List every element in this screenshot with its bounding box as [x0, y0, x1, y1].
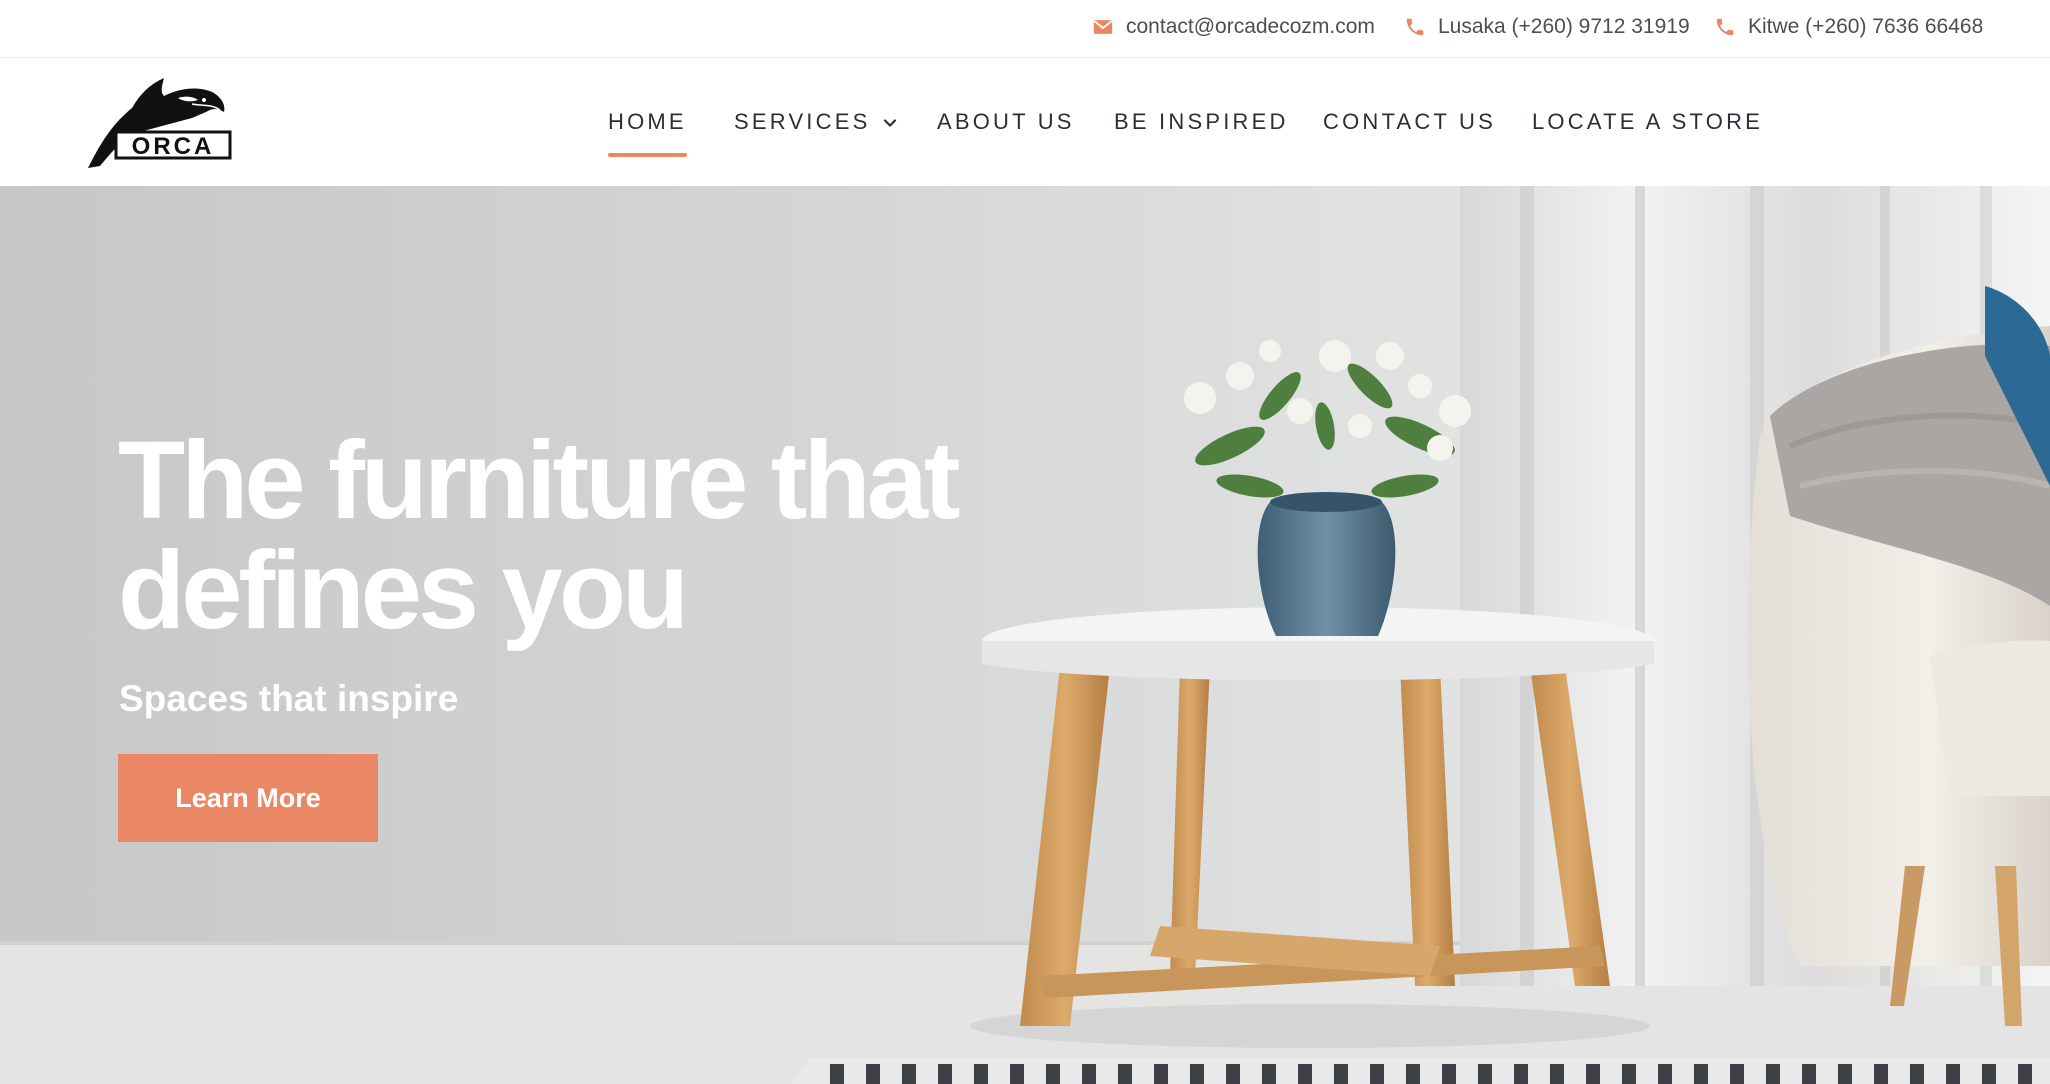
- nav-be-inspired[interactable]: BE INSPIRED: [1114, 58, 1289, 186]
- email-link[interactable]: contact@orcadecozm.com: [1092, 0, 1375, 54]
- nav-contact-us-label: CONTACT US: [1323, 109, 1496, 134]
- phone-kitwe-link[interactable]: Kitwe (+260) 7636 66468: [1714, 0, 1983, 54]
- nav-about-us[interactable]: ABOUT US: [937, 58, 1075, 186]
- hero-title-line-1: The furniture that: [118, 419, 961, 542]
- phone-icon: [1406, 18, 1424, 36]
- site-header: ORCA HOME SERVICES ABOUT US BE INSPIRED …: [0, 58, 2050, 186]
- learn-more-button[interactable]: Learn More: [118, 754, 378, 842]
- phone-lusaka-text: Lusaka (+260) 9712 31919: [1438, 15, 1690, 38]
- hero-title-line-2: defines you: [118, 529, 689, 652]
- hero-subtitle: Spaces that inspire: [119, 678, 459, 719]
- nav-home[interactable]: HOME: [608, 58, 687, 186]
- top-contact-bar: contact@orcadecozm.com Lusaka (+260) 971…: [0, 0, 2050, 58]
- hero-banner: The furniture that defines you Spaces th…: [0, 186, 2050, 1084]
- nav-services[interactable]: SERVICES: [734, 58, 898, 186]
- main-navigation: HOME SERVICES ABOUT US BE INSPIRED CONTA…: [0, 58, 2050, 186]
- hero-title: The furniture that defines you: [118, 426, 1018, 646]
- nav-locate-a-store-label: LOCATE A STORE: [1532, 109, 1764, 134]
- phone-lusaka-link[interactable]: Lusaka (+260) 9712 31919: [1404, 0, 1690, 54]
- nav-locate-a-store[interactable]: LOCATE A STORE: [1532, 58, 1763, 186]
- nav-about-us-label: ABOUT US: [937, 109, 1075, 134]
- nav-be-inspired-label: BE INSPIRED: [1114, 109, 1289, 134]
- phone-kitwe-text: Kitwe (+260) 7636 66468: [1748, 15, 1984, 38]
- nav-home-label: HOME: [608, 109, 687, 134]
- nav-services-label: SERVICES: [734, 109, 871, 134]
- nav-contact-us[interactable]: CONTACT US: [1323, 58, 1496, 186]
- chevron-down-icon: [884, 118, 897, 127]
- envelope-icon: [1093, 20, 1113, 34]
- phone-icon: [1716, 18, 1734, 36]
- email-text: contact@orcadecozm.com: [1126, 15, 1375, 38]
